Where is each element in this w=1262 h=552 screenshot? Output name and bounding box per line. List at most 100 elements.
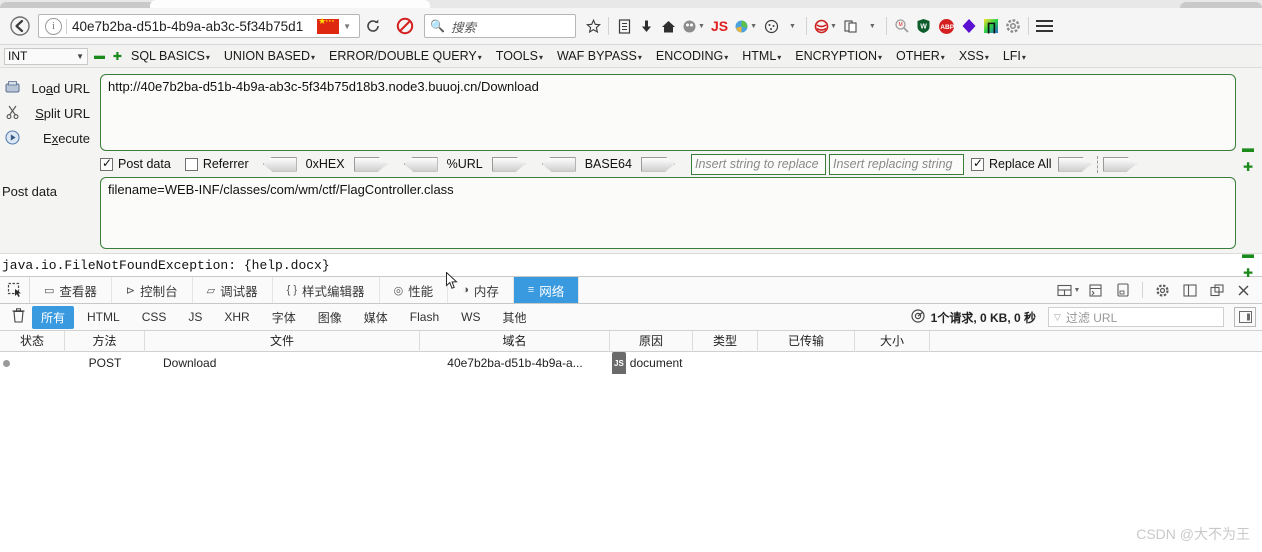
address-bar[interactable]: i 40e7b2ba-d51b-4b9a-ab3c-5f34b75d1 ▼ [38,14,360,38]
replace-apply-button[interactable] [1057,156,1092,172]
filter-js-button[interactable]: JS [179,307,211,327]
post-data-textarea[interactable]: filename=WEB-INF/classes/com/wm/ctf/Flag… [100,177,1236,249]
split-console-icon[interactable] [1083,276,1108,304]
browser-tab-inactive[interactable] [0,2,160,8]
filter-css-button[interactable]: CSS [133,307,176,327]
base64-encode-button[interactable] [640,156,675,172]
replace-string-input[interactable]: Insert replacing string [828,153,964,175]
tab-inspector[interactable]: ▭ 查看器 [30,277,112,303]
hackbar-menu-html[interactable]: HTML▾ [735,49,788,63]
table-row[interactable]: POST Download 40e7b2ba-d51b-4b9a-a... JS… [0,352,1262,374]
chevron-down-icon[interactable]: ▼ [783,23,802,30]
browser-tab-active[interactable] [150,0,430,8]
javascript-toggle-icon[interactable]: JS [708,11,731,41]
chevron-down-icon[interactable]: ▼ [698,23,705,30]
hackbar-menu-encryption[interactable]: ENCRYPTION▾ [788,49,889,63]
throttle-icon[interactable] [911,308,925,326]
url-decode-button[interactable] [403,156,438,172]
reload-icon[interactable] [360,14,386,38]
clear-requests-icon[interactable] [6,308,30,326]
tab-network[interactable]: ≡ 网络 [513,277,580,303]
column-header-method[interactable]: 方法 [65,330,145,352]
chevron-down-icon[interactable]: ▼ [863,23,882,30]
adblock-plus-icon[interactable]: ABP [935,11,958,41]
hackbar-menu-other[interactable]: OTHER▾ [889,49,952,63]
load-url-button[interactable]: Load URL [0,76,100,101]
chevron-down-icon[interactable]: ▼ [1074,287,1081,294]
url-textarea[interactable]: http://40e7b2ba-d51b-4b9a-ab3c-5f34b75d1… [100,74,1236,151]
hackbar-menu-sql-basics[interactable]: SQL BASICS▾ [124,49,217,63]
filter-xhr-button[interactable]: XHR [215,307,258,327]
filter-all-button[interactable]: 所有 [32,305,75,329]
back-arrow-icon[interactable] [6,12,34,40]
split-url-button[interactable]: Split URL [0,101,100,126]
settings-gear-icon[interactable] [1002,11,1024,41]
proxy-switch-icon[interactable]: ∏ [980,11,1002,41]
tab-performance[interactable]: ◎ 性能 [380,277,449,303]
dock-side-icon[interactable] [1177,276,1202,304]
chevron-down-icon[interactable]: ▼ [750,23,757,30]
hex-decode-button[interactable] [262,156,297,172]
chevron-down-icon[interactable]: ▼ [341,22,357,31]
responsive-layout-icon[interactable]: ▼ [1056,276,1081,304]
hackbar-add-tab-icon[interactable]: ✚ [111,50,124,63]
site-info-icon[interactable]: i [45,17,62,35]
toggle-sidebar-icon[interactable] [1234,307,1256,327]
browser-tab-overflow[interactable] [1180,2,1262,8]
zoom-search-icon[interactable]: M [891,11,913,41]
filter-media-button[interactable]: 媒体 [355,306,397,329]
column-header-domain[interactable]: 域名 [420,330,610,352]
useragent-switcher-icon[interactable] [840,11,862,41]
post-data-checkbox[interactable]: Post data [100,156,171,171]
filter-ws-button[interactable]: WS [452,307,489,327]
tab-debugger[interactable]: ▱ 调试器 [193,277,273,303]
hackbar-remove-tab-icon[interactable]: ▬ [93,50,106,63]
reader-list-icon[interactable] [613,11,635,41]
url-filter-input[interactable]: ▽ 过滤 URL [1048,307,1224,327]
violet-diamond-icon[interactable] [958,11,980,41]
ghostery-icon[interactable]: ▼ [679,11,708,41]
referrer-checkbox[interactable]: Referrer [184,157,249,171]
filter-font-button[interactable]: 字体 [263,306,305,329]
close-devtools-icon[interactable] [1231,276,1256,304]
filter-other-button[interactable]: 其他 [493,306,535,329]
column-header-size[interactable]: 大小 [855,330,930,352]
execute-button[interactable]: Execute [0,126,100,151]
hackbar-menu-waf-bypass[interactable]: WAF BYPASS▾ [550,49,649,63]
dock-window-icon[interactable] [1204,276,1229,304]
hackbar-menu-error-double-query[interactable]: ERROR/DOUBLE QUERY▾ [322,49,489,63]
hackbar-menu-union-based[interactable]: UNION BASED▾ [217,49,322,63]
home-icon[interactable] [657,11,679,41]
address-bar-text[interactable]: 40e7b2ba-d51b-4b9a-ab3c-5f34b75d1 [72,19,317,34]
tab-style-editor[interactable]: { } 样式编辑器 [273,277,380,303]
hackbar-menu-tools[interactable]: TOOLS▾ [489,49,550,63]
hackbar-menu-lfi[interactable]: LFI▾ [996,49,1033,63]
replace-extra-button[interactable] [1102,156,1137,172]
search-bar[interactable]: 🔍 搜索 [424,14,576,38]
expand-url-area-icon[interactable]: ✚ [1243,161,1253,173]
chevron-down-icon[interactable]: ▼ [830,23,837,30]
column-header-transferred[interactable]: 已传输 [758,330,855,352]
column-header-status[interactable]: 状态 [0,330,65,352]
element-picker-icon[interactable] [0,277,30,303]
wappalyzer-icon[interactable]: W [913,11,935,41]
url-encode-button[interactable] [491,156,526,172]
column-header-type[interactable]: 类型 [693,330,758,352]
noscript-icon[interactable] [390,17,420,35]
column-header-cause[interactable]: 原因 [610,330,693,352]
replace-all-checkbox[interactable]: Replace All [970,156,1052,171]
shrink-postdata-area-icon[interactable]: ▬ [1242,248,1254,260]
menu-hamburger-icon[interactable] [1033,11,1056,41]
expand-postdata-area-icon[interactable]: ✚ [1243,267,1253,279]
shrink-url-area-icon[interactable]: ▬ [1242,142,1254,154]
hackbar-menu-xss[interactable]: XSS▾ [952,49,996,63]
tab-memory[interactable]: ◑ 内存 [448,277,514,303]
firebug-icon[interactable]: ▼ [731,11,760,41]
column-header-file[interactable]: 文件 [145,330,420,352]
search-input-placeholder[interactable]: 搜索 [451,17,476,36]
filter-html-button[interactable]: HTML [78,307,129,327]
search-string-input[interactable]: Insert string to replace [690,153,826,175]
devtools-settings-icon[interactable] [1150,276,1175,304]
bookmark-star-icon[interactable] [582,11,604,41]
hex-encode-button[interactable] [353,156,388,172]
